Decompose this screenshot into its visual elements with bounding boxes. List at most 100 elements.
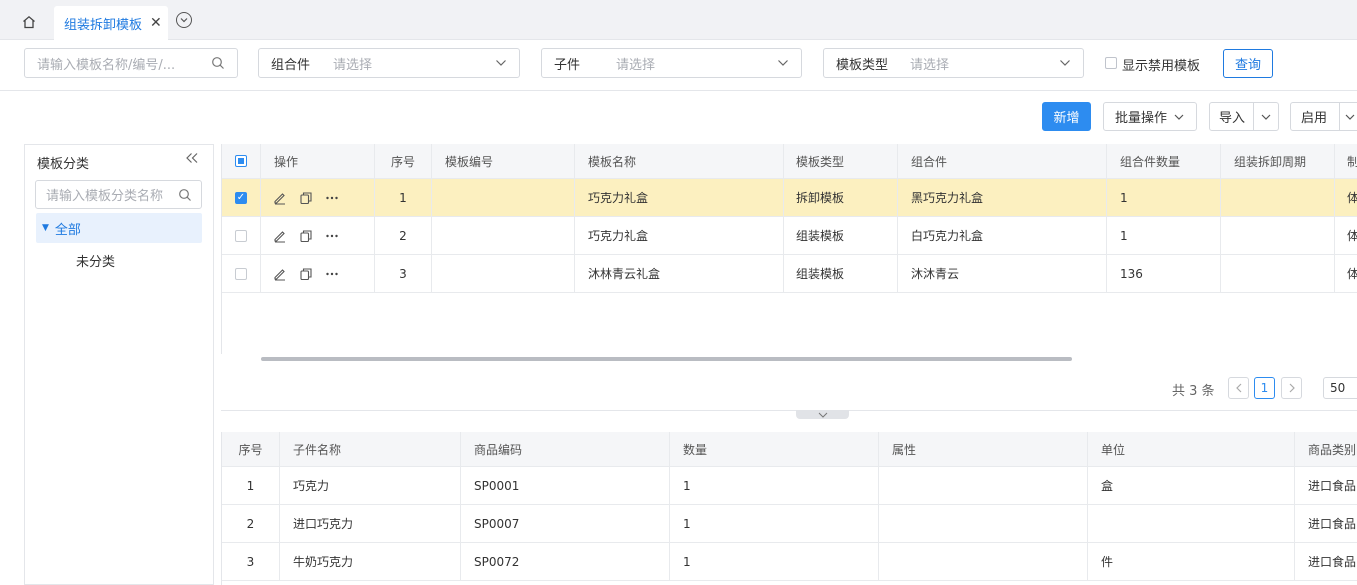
page-number-button[interactable]: 1 — [1254, 377, 1275, 399]
table-row[interactable]: 2 进口巧克力 SP0007 1 进口食品 — [222, 505, 1357, 543]
show-disabled-checkbox[interactable] — [1105, 57, 1117, 69]
row-template-code — [432, 217, 575, 254]
horizontal-scrollbar[interactable] — [221, 355, 1357, 363]
row-assembly-qty: 1 — [1107, 179, 1221, 216]
caret-down-icon[interactable]: ▼ — [42, 223, 49, 233]
tab-bar: 组装拆卸模板 ✕ — [0, 0, 1357, 40]
row-template-type: 组装模板 — [784, 255, 898, 292]
enable-button[interactable]: 启用 — [1291, 107, 1339, 126]
table-row[interactable]: 2 巧克力礼盒 组装模板 白巧克力礼盒 1 体 — [222, 217, 1357, 255]
chevron-down-icon — [1059, 56, 1071, 74]
chevron-right-icon — [1289, 383, 1295, 393]
edit-icon[interactable] — [273, 229, 287, 243]
more-icon[interactable] — [325, 267, 339, 281]
row-checkbox[interactable] — [235, 229, 247, 242]
table-row[interactable]: 3 沐林青云礼盒 组装模板 沐沐青云 136 体 — [222, 255, 1357, 293]
child-select[interactable]: 子件 请选择 — [541, 48, 802, 78]
row-index: 1 — [222, 467, 280, 504]
edit-icon[interactable] — [273, 267, 287, 281]
assembly-placeholder: 请选择 — [333, 57, 373, 73]
edit-icon[interactable] — [273, 191, 287, 205]
chevron-down-icon — [818, 412, 827, 418]
row-assembly-period — [1221, 217, 1335, 254]
row-child-name: 巧克力 — [280, 467, 461, 504]
template-type-select[interactable]: 模板类型 请选择 — [823, 48, 1084, 78]
chevron-down-icon — [777, 56, 789, 74]
header-template-name[interactable]: 模板名称 — [575, 144, 784, 178]
splitter-handle[interactable] — [796, 410, 849, 419]
chevron-down-icon — [495, 56, 507, 74]
collapse-icon[interactable] — [185, 152, 199, 168]
scrollbar-thumb[interactable] — [261, 357, 1072, 361]
chevron-down-icon — [1261, 114, 1271, 120]
row-product-code: SP0072 — [461, 543, 670, 580]
enable-dropdown[interactable] — [1339, 103, 1357, 130]
row-actions — [261, 217, 375, 254]
row-attribute — [879, 467, 1088, 504]
import-button[interactable]: 导入 — [1210, 107, 1253, 126]
home-icon[interactable] — [14, 9, 44, 35]
header-template-code[interactable]: 模板编号 — [432, 144, 575, 178]
tree-node-uncategorized[interactable]: 未分类 — [76, 251, 115, 270]
template-type-placeholder: 请选择 — [910, 57, 950, 73]
batch-operation-button[interactable]: 批量操作 — [1103, 102, 1197, 131]
table-row[interactable]: 1 巧克力 SP0001 1 盒 进口食品 — [222, 467, 1357, 505]
header-assembly[interactable]: 组合件 — [898, 144, 1107, 178]
category-panel: 模板分类 请输入模板分类名称 ▼ 全部 未分类 — [24, 144, 214, 585]
header-extra[interactable]: 制 — [1335, 144, 1357, 178]
header-template-type[interactable]: 模板类型 — [784, 144, 898, 178]
prev-page-button[interactable] — [1228, 377, 1249, 399]
row-child-name: 进口巧克力 — [280, 505, 461, 542]
select-all-checkbox[interactable] — [235, 155, 247, 167]
row-checkbox[interactable]: ✓ — [235, 191, 247, 204]
filter-bar: 请输入模板名称/编号/... 组合件 请选择 子件 请选择 模板类型 请选择 显… — [0, 40, 1357, 91]
template-search-input[interactable]: 请输入模板名称/编号/... — [24, 48, 238, 78]
table-row[interactable]: ✓ 1 巧克力礼盒 拆卸模板 黑巧克力礼盒 1 体 — [222, 179, 1357, 217]
template-table: 操作 序号 模板编号 模板名称 模板类型 组合件 组合件数量 组装拆卸周期 制 … — [221, 144, 1357, 354]
more-icon[interactable] — [325, 229, 339, 243]
row-select-cell: ✓ — [222, 179, 261, 216]
row-product-code: SP0001 — [461, 467, 670, 504]
row-assembly: 黑巧克力礼盒 — [898, 179, 1107, 216]
row-template-name: 巧克力礼盒 — [575, 217, 784, 254]
copy-icon[interactable] — [299, 191, 313, 205]
child-placeholder: 请选择 — [616, 57, 656, 73]
add-button[interactable]: 新增 — [1042, 102, 1091, 131]
query-button[interactable]: 查询 — [1223, 49, 1273, 78]
row-product-category: 进口食品 — [1308, 517, 1357, 531]
tree-node-all[interactable]: ▼ 全部 — [36, 213, 202, 243]
next-page-button[interactable] — [1281, 377, 1302, 399]
row-attribute — [879, 505, 1088, 542]
import-button-group: 导入 — [1209, 102, 1279, 131]
copy-icon[interactable] — [299, 267, 313, 281]
header-assembly-period[interactable]: 组装拆卸周期 — [1221, 144, 1335, 178]
assembly-select[interactable]: 组合件 请选择 — [258, 48, 520, 78]
row-child-name: 牛奶巧克力 — [280, 543, 461, 580]
header-quantity: 数量 — [670, 432, 879, 466]
row-extra: 体 — [1347, 267, 1357, 281]
copy-icon[interactable] — [299, 229, 313, 243]
row-attribute — [879, 543, 1088, 580]
pagination-total: 共 3 条 — [1172, 384, 1215, 399]
tree-node-label: 全部 — [54, 222, 81, 238]
tab-assembly-template[interactable]: 组装拆卸模板 ✕ — [54, 6, 168, 40]
close-icon[interactable]: ✕ — [150, 15, 162, 31]
row-checkbox[interactable] — [235, 267, 247, 280]
table-header-row: 序号 子件名称 商品编码 数量 属性 单位 商品类别 — [222, 432, 1357, 467]
search-icon — [211, 56, 225, 74]
page-size-select[interactable]: 50 — [1323, 377, 1357, 399]
show-disabled-label[interactable]: 显示禁用模板 — [1122, 55, 1200, 74]
row-quantity: 1 — [670, 505, 879, 542]
import-dropdown[interactable] — [1253, 103, 1278, 130]
row-product-category: 进口食品 — [1308, 555, 1357, 569]
row-actions — [261, 179, 375, 216]
more-icon[interactable] — [325, 191, 339, 205]
search-placeholder: 请输入模板名称/编号/... — [37, 57, 176, 73]
chevron-down-circle-icon[interactable] — [176, 12, 192, 28]
row-template-name: 沐林青云礼盒 — [575, 255, 784, 292]
header-index: 序号 — [375, 144, 432, 178]
header-assembly-qty[interactable]: 组合件数量 — [1107, 144, 1221, 178]
row-assembly: 沐沐青云 — [898, 255, 1107, 292]
category-search-input[interactable]: 请输入模板分类名称 — [35, 180, 202, 209]
table-row[interactable]: 3 牛奶巧克力 SP0072 1 件 进口食品 — [222, 543, 1357, 581]
